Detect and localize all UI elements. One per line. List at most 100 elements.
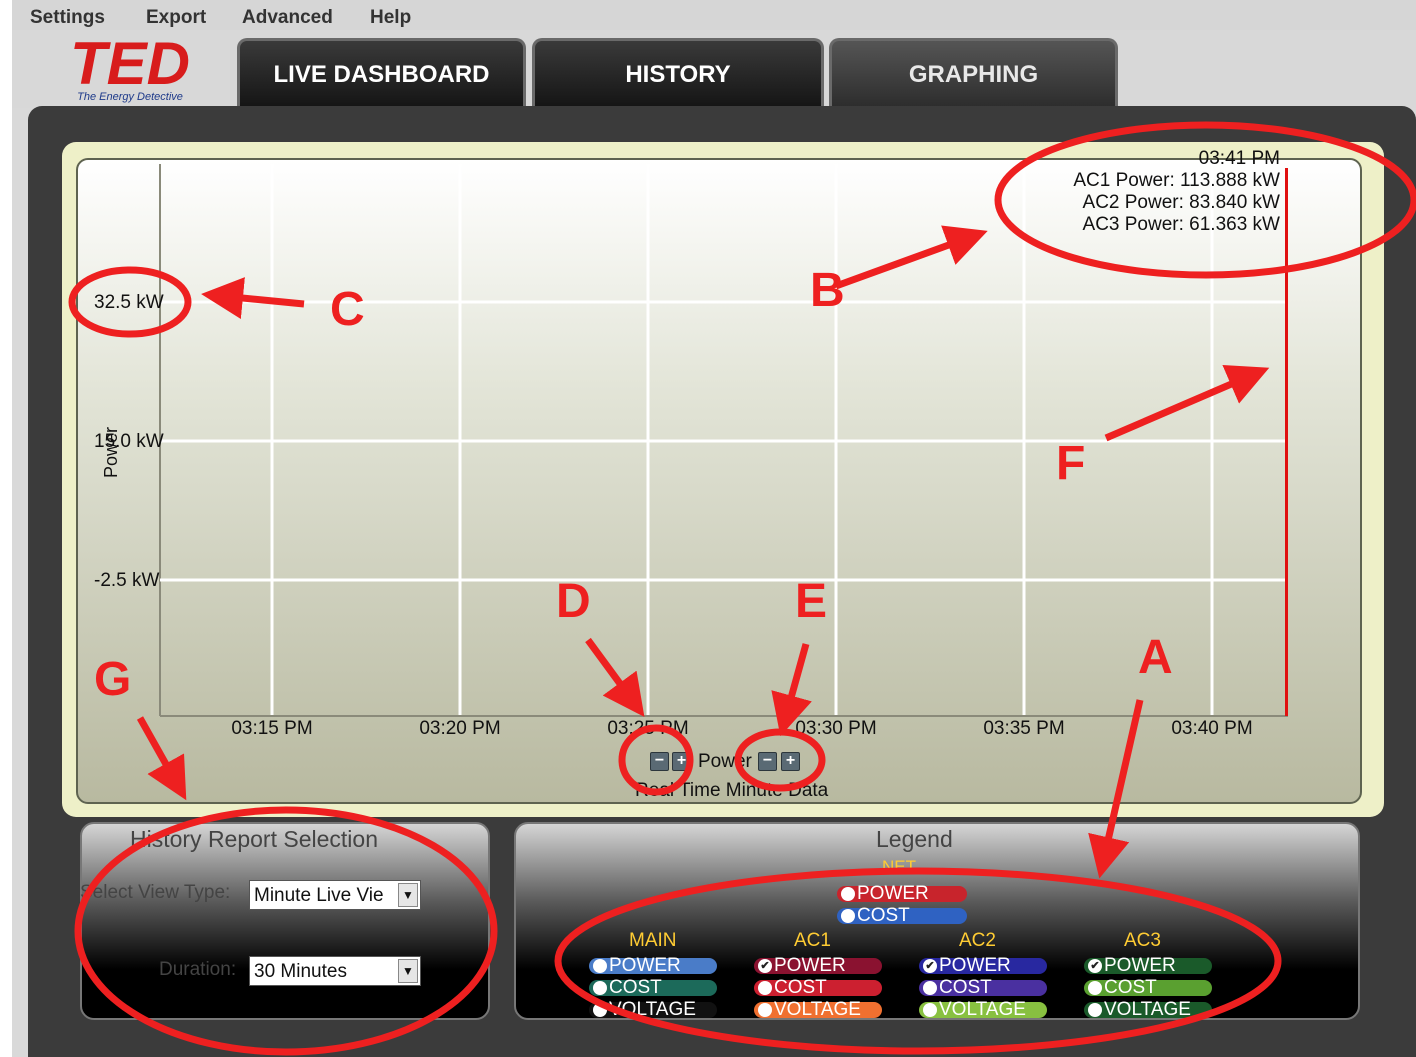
annotation-e: E: [795, 575, 828, 628]
radio-dot-icon[interactable]: [758, 981, 772, 995]
legend-item-label: VOLTAGE: [939, 999, 1026, 1020]
legend-group-heading: AC1: [794, 930, 831, 951]
duration-label: Duration:: [159, 959, 237, 980]
tab-graphing[interactable]: GRAPHING: [829, 38, 1118, 108]
radio-dot-icon[interactable]: [593, 981, 607, 995]
y-zoom-in-button[interactable]: +: [781, 752, 800, 771]
view-type-select[interactable]: Minute Live Vie ▼: [249, 880, 421, 910]
legend-net-power[interactable]: POWER: [837, 883, 967, 904]
legend-main-voltage[interactable]: VOLTAGE: [589, 999, 717, 1020]
dropdown-arrow-icon[interactable]: ▼: [398, 883, 418, 907]
legend-item-label: VOLTAGE: [1104, 999, 1191, 1020]
menu-settings[interactable]: Settings: [30, 7, 105, 29]
power-chart[interactable]: 32.5 kW15.0 kW-2.5 kW03:15 PM 03:20 PM 03:…: [76, 158, 1362, 804]
menu-help[interactable]: Help: [370, 7, 411, 29]
annotation-g: G: [94, 653, 132, 706]
menu-bar: Settings Export Advanced Help: [12, 0, 1416, 30]
annotation-c: C: [330, 283, 365, 336]
x-tick-label: 03:25 PM: [607, 718, 688, 739]
radio-dot-icon[interactable]: [923, 981, 937, 995]
chart-caption: Real Time Minute Data: [635, 780, 829, 801]
legend-ac3-power[interactable]: ✔ POWER: [1084, 955, 1212, 976]
x-zoom-in-button[interactable]: +: [672, 752, 691, 771]
radio-dot-icon[interactable]: [593, 959, 607, 973]
tooltip-ac1: AC1 Power: 113.888 kW: [1073, 170, 1280, 191]
tooltip-ac3: AC3 Power: 61.363 kW: [1082, 214, 1280, 235]
y-axis-label: Power: [101, 426, 122, 479]
radio-dot-icon[interactable]: [593, 1003, 607, 1017]
legend-item-label: COST: [857, 905, 910, 926]
logo-wordmark: TED: [70, 36, 190, 97]
tab-live-dashboard[interactable]: LIVE DASHBOARD: [237, 38, 526, 108]
radio-dot-icon[interactable]: [923, 1003, 937, 1017]
legend-item-label: COST: [939, 977, 992, 998]
ted-logo: TED The Energy Detective: [62, 30, 204, 104]
ted-app: Settings Export Advanced Help TED The En…: [0, 0, 1416, 1057]
legend-item-label: POWER: [609, 955, 681, 976]
logo-tagline: The Energy Detective: [77, 91, 183, 103]
y-tick-label: -2.5 kW: [94, 570, 160, 591]
legend-ac3-voltage[interactable]: VOLTAGE: [1084, 999, 1212, 1020]
legend-ac1-power[interactable]: ✔ POWER: [754, 955, 882, 976]
view-type-label: Select View Type:: [80, 882, 231, 903]
legend-title: Legend: [876, 826, 953, 852]
legend-item-label: COST: [1104, 977, 1157, 998]
checkbox-checked-icon[interactable]: ✔: [758, 959, 772, 973]
annotation-b: B: [810, 264, 845, 317]
legend-ac1-cost[interactable]: COST: [754, 977, 882, 998]
radio-dot-icon[interactable]: [841, 887, 855, 901]
legend-item-label: COST: [609, 977, 662, 998]
legend-ac3-cost[interactable]: COST: [1084, 977, 1212, 998]
legend-ac2-cost[interactable]: COST: [919, 977, 1047, 998]
menu-export[interactable]: Export: [146, 7, 206, 29]
tooltip-ac2: AC2 Power: 83.840 kW: [1082, 192, 1280, 213]
legend-ac2-voltage[interactable]: VOLTAGE: [919, 999, 1047, 1020]
chart-tooltip: 03:41 PM AC1 Power: 113.888 kW AC2 Power…: [1040, 148, 1280, 236]
legend-item-label: POWER: [774, 955, 846, 976]
x-tick-label: 03:20 PM: [419, 718, 500, 739]
legend-item-label: COST: [774, 977, 827, 998]
view-type-value: Minute Live Vie: [254, 885, 384, 906]
tab-live-dashboard-label: LIVE DASHBOARD: [273, 60, 490, 88]
checkbox-checked-icon[interactable]: ✔: [923, 959, 937, 973]
legend-net-cost[interactable]: COST: [837, 905, 967, 926]
y-zoom-out-button[interactable]: −: [758, 752, 777, 771]
legend-group-heading: MAIN: [629, 930, 677, 951]
legend-ac2-power[interactable]: ✔ POWER: [919, 955, 1047, 976]
menu-advanced[interactable]: Advanced: [242, 7, 333, 29]
duration-value: 30 Minutes: [254, 961, 347, 982]
x-tick-label: 03:40 PM: [1171, 718, 1252, 739]
legend-main-power[interactable]: POWER: [589, 955, 717, 976]
legend-group-heading: AC3: [1124, 930, 1161, 951]
y-tick-label: 32.5 kW: [94, 292, 164, 313]
legend-ac1-voltage[interactable]: VOLTAGE: [754, 1000, 882, 1019]
x-tick-label: 03:35 PM: [983, 718, 1064, 739]
duration-select[interactable]: 30 Minutes ▼: [249, 956, 421, 986]
legend-main-cost[interactable]: COST: [589, 977, 717, 998]
tooltip-time: 03:41 PM: [1198, 148, 1280, 169]
legend-net-heading: NET: [882, 857, 916, 876]
checkbox-checked-icon[interactable]: ✔: [1088, 959, 1102, 973]
annotation-d: D: [556, 575, 591, 628]
legend-group-heading: AC2: [959, 930, 996, 951]
annotation-f: F: [1056, 437, 1086, 490]
radio-dot-icon[interactable]: [1088, 981, 1102, 995]
x-zoom-out-button[interactable]: −: [650, 752, 669, 771]
tab-history-label: HISTORY: [625, 60, 731, 88]
tab-graphing-label: GRAPHING: [908, 60, 1039, 88]
series-line-ac1-power: [1285, 168, 1288, 716]
radio-dot-icon[interactable]: [841, 909, 855, 923]
annotation-a: A: [1138, 631, 1173, 684]
dropdown-arrow-icon[interactable]: ▼: [398, 959, 418, 983]
x-tick-label: 03:30 PM: [795, 718, 876, 739]
history-panel-title: History Report Selection: [130, 826, 378, 852]
legend-item-label: VOLTAGE: [609, 999, 696, 1020]
radio-dot-icon[interactable]: [1088, 1003, 1102, 1017]
legend-item-label: POWER: [857, 883, 929, 904]
zoom-label: Power: [698, 751, 752, 772]
x-tick-label: 03:15 PM: [231, 718, 312, 739]
legend-item-label: POWER: [939, 955, 1011, 976]
legend-item-label: POWER: [1104, 955, 1176, 976]
radio-dot-icon[interactable]: [758, 1003, 772, 1017]
tab-history[interactable]: HISTORY: [532, 38, 824, 108]
